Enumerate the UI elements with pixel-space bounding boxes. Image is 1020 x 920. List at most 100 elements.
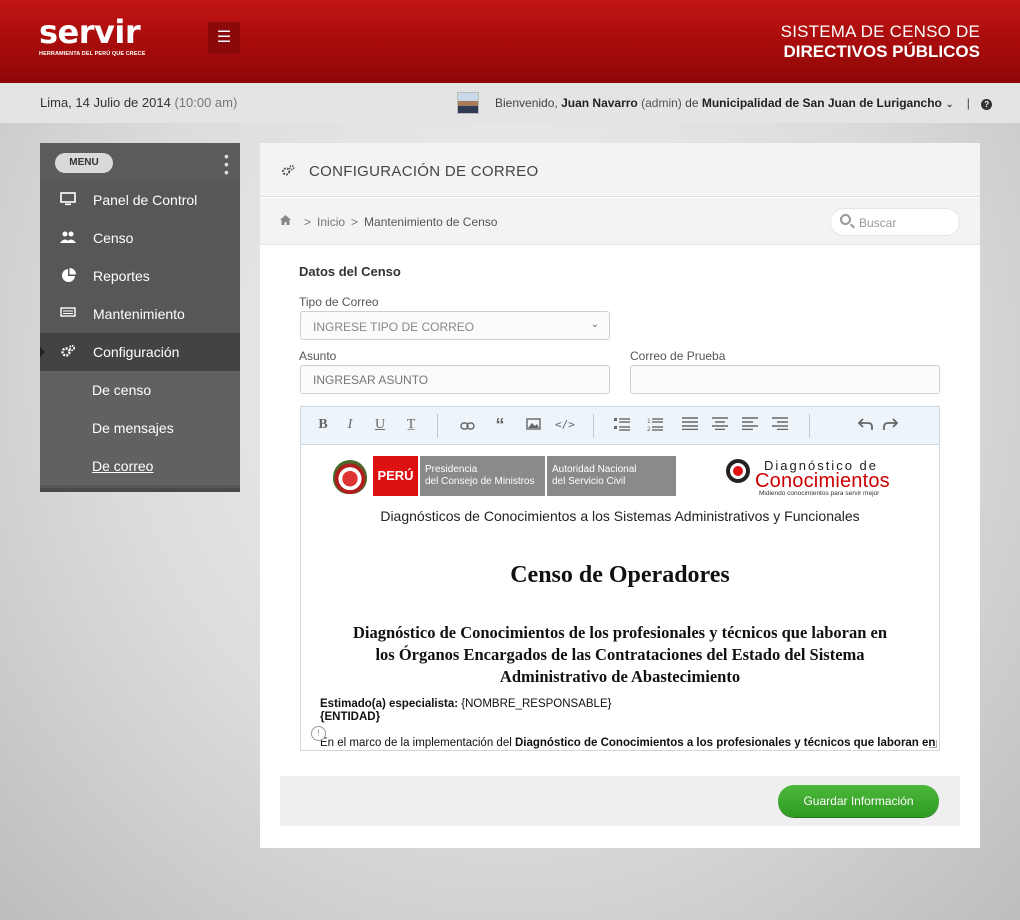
- chevron-down-icon[interactable]: ⌄: [946, 99, 954, 109]
- body-text: En el marco de la implementación del: [320, 737, 515, 749]
- resize-handle[interactable]: [929, 740, 937, 748]
- breadcrumb-current: Mantenimiento de Censo: [364, 215, 498, 229]
- search-box[interactable]: [830, 208, 960, 236]
- code-icon[interactable]: </>: [555, 417, 575, 433]
- help-icon[interactable]: ?: [981, 99, 993, 110]
- servir-logo[interactable]: servir HERRAMIENTA DEL PERÚ QUE CRECE: [39, 16, 146, 57]
- sidebar: MENU • • • Panel de Control Censo Reportes…: [40, 143, 240, 492]
- user-role: (admin): [641, 96, 682, 110]
- asunto-label: Asunto: [299, 349, 337, 363]
- italic-icon[interactable]: I: [341, 417, 359, 433]
- toolbar-divider: [437, 414, 438, 438]
- document-title: Censo de Operadores: [510, 562, 730, 588]
- asunto-input[interactable]: [300, 365, 610, 394]
- system-title-line2: DIRECTIVOS PÚBLICOS: [783, 42, 980, 61]
- hamburger-icon[interactable]: ☰: [208, 22, 240, 54]
- svg-text:2: 2: [647, 426, 651, 431]
- sidebar-item-reportes[interactable]: Reportes: [40, 257, 240, 295]
- justify-icon[interactable]: [681, 417, 699, 433]
- institution-logos: PERÚ Presidencia del Consejo de Ministro…: [333, 456, 678, 496]
- quote-icon[interactable]: “: [491, 416, 509, 434]
- bold-icon[interactable]: B: [314, 417, 332, 433]
- info-icon[interactable]: !: [311, 726, 326, 741]
- system-title-line1: SISTEMA DE CENSO DE: [780, 22, 980, 41]
- toolbar-divider: [809, 414, 810, 438]
- editor-content[interactable]: PERÚ Presidencia del Consejo de Ministro…: [301, 446, 939, 750]
- correo-prueba-input[interactable]: [630, 365, 940, 394]
- of-text: de: [685, 96, 699, 110]
- chevron-right-icon: >: [304, 215, 312, 229]
- avatar[interactable]: [457, 92, 479, 114]
- toolbar-divider: [593, 414, 594, 438]
- entity-variable: {ENTIDAD}: [320, 711, 381, 723]
- sidebar-item-label: Reportes: [93, 268, 150, 284]
- current-date: Lima, 14 Julio de 2014 (10:00 am): [40, 95, 237, 110]
- numbered-list-icon[interactable]: 12: [646, 417, 664, 434]
- info-bar: Lima, 14 Julio de 2014 (10:00 am) Bienve…: [0, 83, 1020, 123]
- document-subtitle: Diagnósticos de Conocimientos a los Sist…: [380, 508, 860, 524]
- gears-icon: [60, 344, 76, 360]
- tipo-correo-value: INGRESE TIPO DE CORREO: [313, 320, 475, 334]
- link-icon[interactable]: [458, 417, 476, 433]
- user-info: Bienvenido, Juan Navarro (admin) de Muni…: [495, 96, 993, 110]
- servir-authority-logo: Autoridad Nacional del Servicio Civil: [545, 456, 676, 496]
- sidebar-subitem-de-correo[interactable]: De correo: [40, 447, 240, 485]
- sidebar-item-label: Panel de Control: [93, 192, 198, 208]
- tipo-correo-label: Tipo de Correo: [299, 295, 379, 309]
- sidebar-item-configuracion[interactable]: Configuración: [40, 333, 240, 371]
- document-greeting: Estimado(a) especialista: {NOMBRE_RESPON…: [320, 698, 611, 724]
- welcome-prefix: Bienvenido,: [495, 96, 558, 110]
- editor-toolbar: B I U T̲ “ </> 12: [301, 407, 939, 445]
- document-body: En el marco de la implementación del Dia…: [320, 737, 935, 749]
- system-title: SISTEMA DE CENSO DE DIRECTIVOS PÚBLICOS: [781, 22, 980, 62]
- sidebar-subitem-label: De correo: [92, 458, 154, 474]
- sidebar-item-panel-de-control[interactable]: Panel de Control: [40, 181, 240, 219]
- svg-text:1: 1: [647, 418, 651, 425]
- heading-line: Diagnóstico de Conocimientos de los prof…: [352, 623, 888, 642]
- sidebar-subitem-de-censo[interactable]: De censo: [40, 371, 240, 409]
- sidebar-item-censo[interactable]: Censo: [40, 219, 240, 257]
- sidebar-item-mantenimiento[interactable]: Mantenimiento: [40, 295, 240, 333]
- body-bold-text: Diagnóstico de Conocimientos a los profe…: [514, 737, 936, 749]
- menu-header: MENU • • •: [40, 143, 240, 181]
- tipo-correo-select[interactable]: INGRESE TIPO DE CORREO ⌄: [300, 311, 610, 340]
- greeting-label: Estimado(a) especialista:: [320, 698, 459, 710]
- peru-logo: PERÚ: [373, 456, 418, 496]
- underline-icon[interactable]: U: [371, 417, 389, 433]
- peru-coat-of-arms-icon: [333, 460, 367, 494]
- presidencia-logo: Presidencia del Consejo de Ministros: [418, 456, 545, 496]
- diagnostico-mark-icon: [726, 459, 750, 483]
- organization-selector[interactable]: Municipalidad de San Juan de Lurigancho ⌄: [702, 96, 954, 110]
- panel-header: CONFIGURACIÓN DE CORREO: [260, 143, 980, 197]
- image-icon[interactable]: [524, 417, 542, 433]
- organization-name: Municipalidad de San Juan de Lurigancho: [701, 96, 942, 110]
- strikethrough-icon[interactable]: T̲: [402, 417, 420, 433]
- greeting-variable: {NOMBRE_RESPONSABLE}: [461, 698, 612, 710]
- sidebar-bottom-border: [40, 488, 240, 492]
- monitor-icon: [60, 192, 76, 208]
- sidebar-subitem-de-mensajes[interactable]: De mensajes: [40, 409, 240, 447]
- align-left-icon[interactable]: [741, 417, 759, 433]
- menu-label: MENU: [55, 153, 113, 173]
- align-center-icon[interactable]: [711, 417, 729, 433]
- heading-line: Administrativo de Abastecimiento: [499, 667, 741, 686]
- divider: |: [966, 96, 970, 110]
- correo-prueba-label: Correo de Prueba: [630, 349, 726, 363]
- breadcrumb-home[interactable]: Inicio: [317, 215, 345, 229]
- sidebar-subitem-label: De mensajes: [92, 420, 174, 436]
- pie-chart-icon: [60, 268, 76, 284]
- bulleted-list-icon[interactable]: [613, 417, 631, 434]
- keyboard-icon: [60, 306, 76, 322]
- save-button[interactable]: Guardar Información: [778, 785, 939, 817]
- align-right-icon[interactable]: [771, 417, 789, 433]
- undo-icon[interactable]: [856, 417, 874, 433]
- chevron-down-icon: ⌄: [590, 319, 599, 330]
- search-icon: [840, 214, 851, 225]
- search-input[interactable]: [859, 214, 954, 231]
- chevron-right-icon: >: [351, 215, 359, 229]
- more-vertical-icon[interactable]: • • •: [224, 149, 229, 179]
- home-icon[interactable]: [280, 215, 291, 228]
- breadcrumb-trail: > Inicio > Mantenimiento de Censo: [298, 215, 497, 229]
- redo-icon[interactable]: [881, 417, 899, 433]
- document-heading: Diagnóstico de Conocimientos de los prof…: [301, 622, 939, 688]
